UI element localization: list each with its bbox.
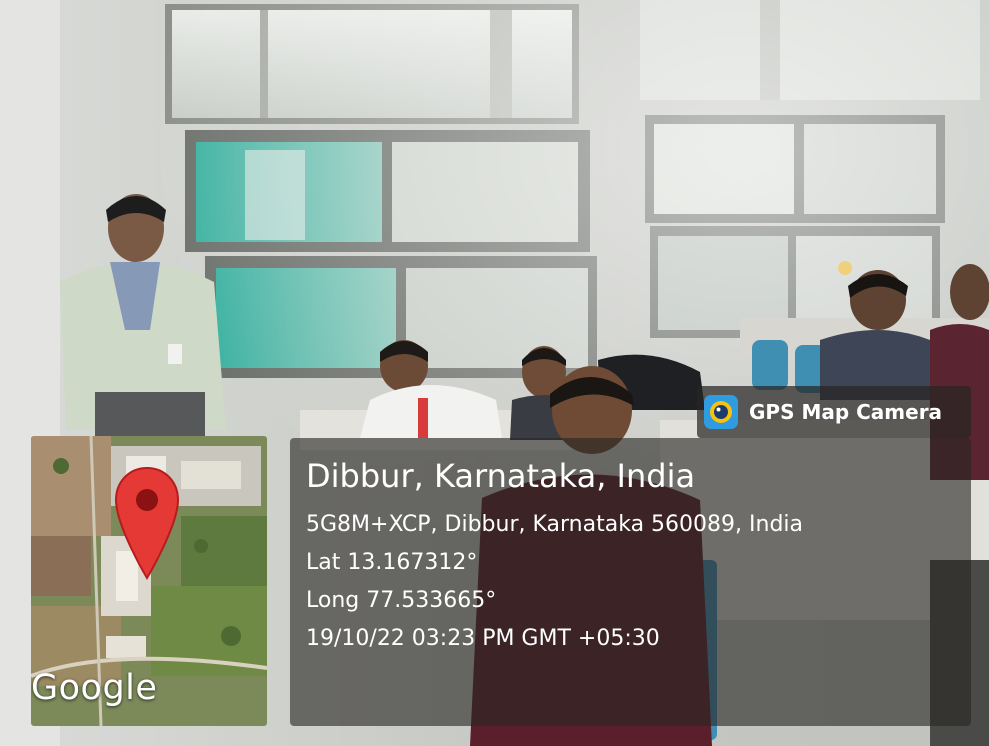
timestamp-text: 19/10/22 03:23 PM GMT +05:30 [306,626,660,651]
longitude-text: Long 77.533665° [306,588,497,613]
map-thumbnail: Google [31,436,267,726]
address-text: 5G8M+XCP, Dibbur, Karnataka 560089, Indi… [306,512,803,537]
place-title: Dibbur, Karnataka, India [306,457,696,495]
camera-lens-icon [704,395,738,429]
google-logo: Google [31,668,158,708]
latitude-text: Lat 13.167312° [306,550,478,575]
location-info-panel: Dibbur, Karnataka, India 5G8M+XCP, Dibbu… [290,438,971,726]
brand-label: GPS Map Camera [749,400,943,424]
gps-map-camera-badge: GPS Map Camera [697,386,971,438]
map-pin-icon [114,466,180,580]
